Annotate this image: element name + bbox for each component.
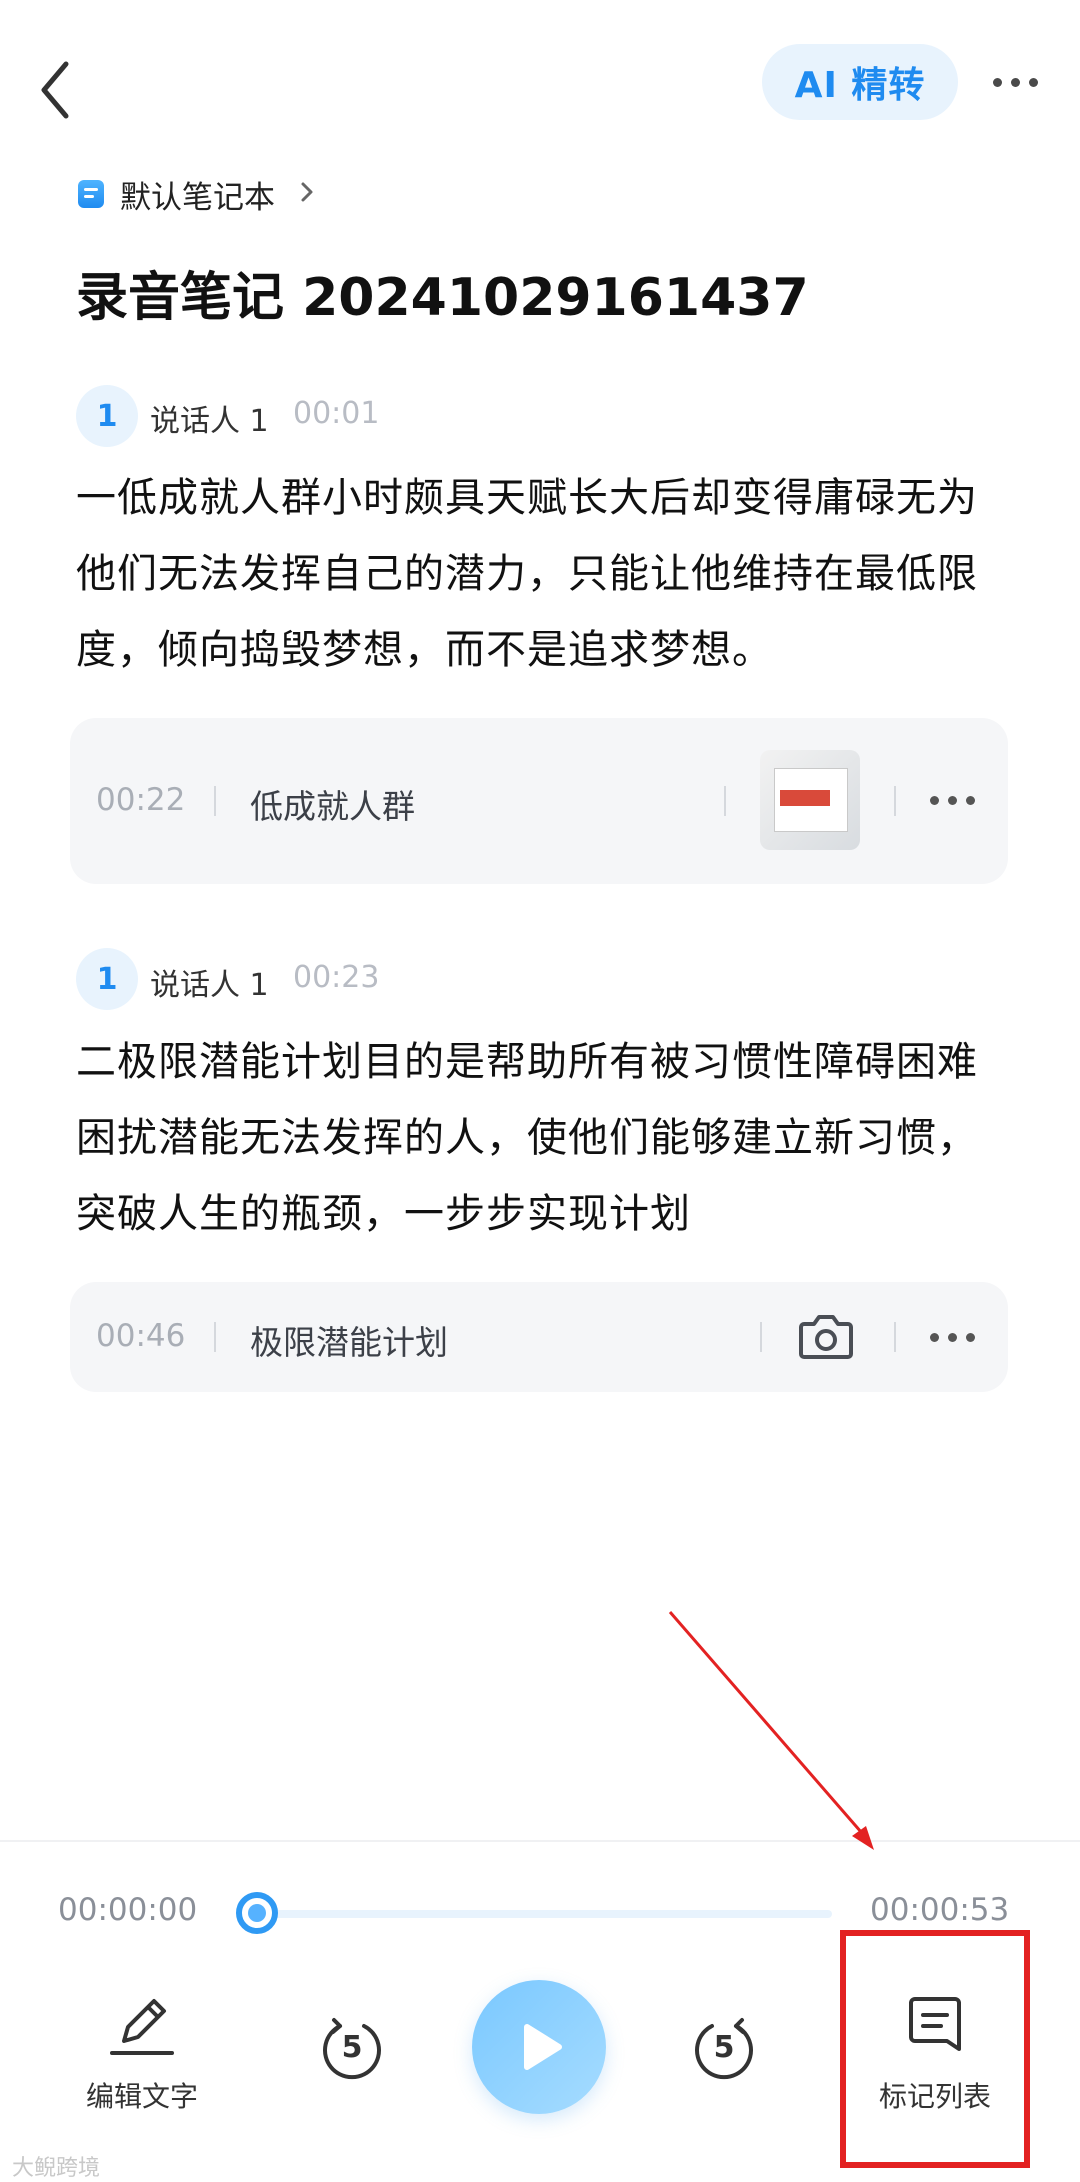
speaker-badge: 1: [76, 948, 138, 1010]
transcript-paragraph[interactable]: 一低成就人群小时颇具天赋长大后却变得庸碌无为他们无法发挥自己的潜力，只能让他维持…: [76, 460, 1016, 688]
ai-refine-button[interactable]: AI 精转: [762, 44, 958, 120]
play-icon: [524, 2024, 562, 2070]
notebook-icon: [78, 180, 104, 208]
forward-seconds: 5: [713, 2030, 735, 2065]
speaker-badge: 1: [76, 385, 138, 447]
back-button[interactable]: [30, 50, 90, 130]
marker-time: 00:22: [96, 782, 186, 818]
divider: [894, 1322, 896, 1352]
notebook-breadcrumb[interactable]: 默认笔记本: [120, 172, 275, 217]
rewind-5s-button[interactable]: 5: [320, 2016, 384, 2080]
segment-timestamp[interactable]: 00:23: [293, 960, 379, 995]
edit-text-button[interactable]: 编辑文字: [72, 1985, 212, 2135]
chevron-left-icon: [41, 61, 69, 119]
divider: [214, 786, 216, 816]
speaker-name[interactable]: 说话人 1: [150, 396, 269, 440]
total-time: 00:00:53: [870, 1892, 1010, 1928]
current-time: 00:00:00: [58, 1892, 198, 1928]
marker-time: 00:46: [96, 1318, 186, 1354]
camera-button[interactable]: [798, 1310, 854, 1366]
divider: [724, 786, 726, 816]
marker-label: 低成就人群: [250, 787, 415, 826]
divider: [214, 1322, 216, 1352]
camera-icon: [799, 1315, 853, 1359]
transcript-paragraph[interactable]: 二极限潜能计划目的是帮助所有被习惯性障碍困难困扰潜能无法发挥的人，使他们能够建立…: [76, 1024, 1016, 1252]
rewind-seconds: 5: [341, 2030, 363, 2065]
play-button[interactable]: [472, 1980, 606, 2114]
more-icon: [929, 795, 939, 805]
marker-card[interactable]: 00:46 极限潜能计划: [70, 1282, 1008, 1392]
marker-image-thumbnail[interactable]: [760, 750, 860, 850]
pencil-icon: [110, 1999, 174, 2055]
progress-track[interactable]: [260, 1910, 832, 1918]
marker-label: 极限潜能计划: [250, 1323, 448, 1362]
edit-text-label: 编辑文字: [85, 2080, 198, 2113]
more-icon: [929, 1332, 939, 1342]
divider: [760, 1322, 762, 1352]
progress-handle[interactable]: [236, 1892, 278, 1934]
segment-timestamp[interactable]: 00:01: [293, 396, 379, 431]
more-options-button[interactable]: [980, 60, 1050, 104]
annotation-highlight-box: [840, 1930, 1030, 2168]
marker-more-button[interactable]: [922, 1322, 982, 1352]
forward-5s-button[interactable]: 5: [692, 2016, 756, 2080]
marker-more-button[interactable]: [922, 785, 982, 815]
note-title: 录音笔记 20241029161437: [76, 268, 809, 328]
marker-card[interactable]: 00:22 低成就人群: [70, 718, 1008, 884]
watermark: 大鲵跨境: [12, 2156, 101, 2181]
speaker-name[interactable]: 说话人 1: [150, 960, 269, 1004]
divider: [0, 1840, 1080, 1842]
divider: [894, 786, 896, 816]
more-icon: [992, 77, 1002, 87]
chevron-right-icon: [300, 180, 314, 208]
